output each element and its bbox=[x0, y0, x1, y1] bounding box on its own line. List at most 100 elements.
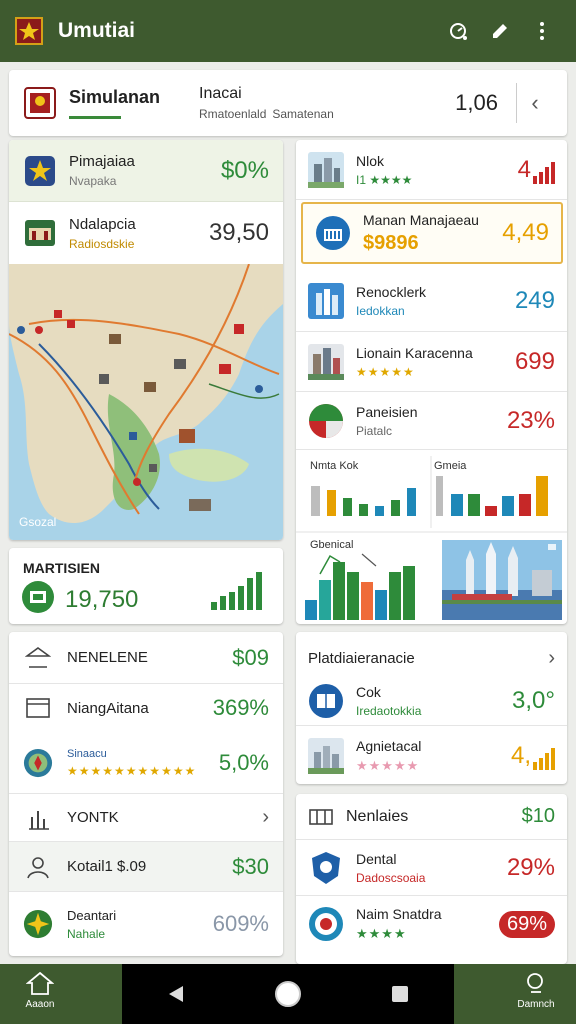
left-list-row-6[interactable]: Deantari Nahale 609% bbox=[9, 892, 283, 956]
right-list2-row-1-name: Dental bbox=[356, 850, 397, 867]
left-list-row-5-value: $30 bbox=[232, 853, 269, 879]
bottom-nav-search-label: Damnch bbox=[517, 999, 555, 1010]
right-list2-row-2-name: Naim Snatdra bbox=[356, 906, 442, 922]
left-list-row-2-name: NiangAitana bbox=[67, 699, 149, 717]
app-title: Umutiai bbox=[58, 19, 136, 42]
right-list-row-1-name: Cok bbox=[356, 683, 381, 700]
left-list-row-3[interactable]: Sinaacu ★★★★★★★★★★★ 5,0% bbox=[9, 732, 283, 794]
right-list-row-2-name: Agnietacal bbox=[356, 738, 422, 754]
seal-badge-icon bbox=[309, 907, 343, 941]
back-icon[interactable] bbox=[167, 984, 185, 1004]
mini-a-bar-6 bbox=[391, 500, 400, 516]
book-icon bbox=[309, 683, 343, 718]
right-list-row-2-value: 4, bbox=[510, 742, 531, 769]
mini-a-bar-2 bbox=[327, 490, 336, 516]
pie-badge-icon bbox=[309, 403, 343, 438]
mini-b-bar-5 bbox=[502, 496, 514, 516]
table-icon bbox=[308, 804, 334, 830]
app-logo-icon bbox=[15, 17, 43, 45]
right-row-5[interactable]: Paneisien Piatalc 23% bbox=[296, 392, 567, 450]
signal-amber-icon bbox=[533, 748, 555, 770]
mini-chart-c-title: Gbenical bbox=[310, 539, 353, 551]
search-icon bbox=[527, 973, 543, 993]
right-row-4-name: Lionain Karacenna bbox=[356, 344, 473, 361]
right-list-row-1[interactable]: Cok Iredaotokkia 3,0° bbox=[296, 676, 567, 726]
mini-b-bar-2 bbox=[451, 494, 463, 516]
building-icon bbox=[25, 220, 55, 246]
home-circle-icon[interactable] bbox=[274, 980, 302, 1008]
right-list-row-2[interactable]: Agnietacal ★★★★★ 4, bbox=[296, 728, 567, 784]
left-row-1[interactable]: Pimajaiaa Nvapaka $0% bbox=[9, 140, 283, 202]
left-list-row-1-name: NENELENE bbox=[67, 649, 148, 666]
left-list-row-2[interactable]: NiangAitana 369% bbox=[9, 684, 283, 732]
mini-c-bar-3 bbox=[333, 562, 345, 620]
left-list-row-5[interactable]: Kotail1 $.09 $30 bbox=[9, 842, 283, 892]
right-row-2-sub: $9896 bbox=[363, 231, 419, 254]
region-map[interactable]: Gsozal bbox=[9, 264, 283, 540]
left-list-row-3-value: 5,0% bbox=[218, 749, 269, 775]
edit-icon[interactable] bbox=[480, 11, 520, 51]
right-list2-row-2-stars: ★★★★ bbox=[356, 926, 407, 941]
map-credit: Gsozal bbox=[19, 515, 56, 529]
recents-icon[interactable] bbox=[391, 985, 409, 1003]
mart-value: 19,750 bbox=[65, 586, 139, 613]
right-row-1[interactable]: Nlok I1 ★★★★ 4 bbox=[296, 140, 567, 200]
right-list2-row-2-value: 69% bbox=[506, 912, 547, 935]
left-row-2[interactable]: Ndalapcia Radiosdskie 39,50 bbox=[9, 202, 283, 264]
chevron-left-icon[interactable]: ‹ bbox=[517, 90, 553, 116]
right-row-3[interactable]: Renocklerk Iedokkan 249 bbox=[296, 270, 567, 332]
landmark-icon bbox=[23, 643, 53, 673]
more-vert-icon[interactable] bbox=[522, 11, 562, 51]
left-list-card: NENELENE $09 NiangAitana 369% Sinaacu ★★… bbox=[9, 632, 283, 956]
right-list2-header[interactable]: Nenlaies $10 bbox=[296, 794, 567, 840]
left-row-1-name: Pimajaiaa bbox=[69, 153, 135, 170]
bottom-nav-search[interactable]: Damnch bbox=[496, 970, 576, 1010]
bottom-nav-home[interactable]: Aaaon bbox=[0, 970, 80, 1010]
header-col2-title: Inacai bbox=[199, 85, 242, 102]
left-list-row-4[interactable]: YONTK › bbox=[9, 794, 283, 842]
globe-badge-icon bbox=[23, 748, 53, 778]
mini-chart-a-title: Nmta Kok bbox=[310, 460, 359, 472]
chevron-right-icon[interactable]: › bbox=[548, 647, 555, 670]
mini-c-bar-4 bbox=[347, 572, 359, 620]
refresh-icon[interactable] bbox=[438, 11, 478, 51]
mart-card[interactable]: MARTISIEN 19,750 bbox=[9, 548, 283, 624]
right-row-4[interactable]: Lionain Karacenna ★★★★★ 699 bbox=[296, 332, 567, 392]
right-list2-row-1[interactable]: Dental Dadoscsoaia 29% bbox=[296, 840, 567, 896]
right-row-4-stars: ★★★★★ bbox=[356, 364, 415, 379]
left-list-row-1-value: $09 bbox=[232, 644, 269, 670]
chevron-right-icon[interactable]: › bbox=[262, 806, 269, 829]
mini-c-bar-6 bbox=[375, 590, 387, 620]
right-list2-row-2-badge: 69% bbox=[498, 910, 555, 938]
right-row-2-value: 4,49 bbox=[502, 219, 549, 246]
mini-c-bar-1 bbox=[305, 600, 317, 620]
city-icon bbox=[308, 151, 344, 188]
right-list2-row-2[interactable]: Naim Snatdra ★★★★ 69% bbox=[296, 896, 567, 952]
right-list-row-2-stars: ★★★★★ bbox=[356, 758, 420, 773]
header-name: Simulanan bbox=[69, 87, 161, 107]
city-icon bbox=[308, 738, 344, 774]
window-icon bbox=[23, 693, 53, 723]
skyline-icon bbox=[308, 343, 344, 380]
star-shield-icon bbox=[25, 155, 55, 186]
store-icon bbox=[22, 581, 54, 613]
left-row-2-name: Ndalapcia bbox=[69, 215, 136, 233]
left-list-row-1[interactable]: NENELENE $09 bbox=[9, 632, 283, 684]
mini-b-bar-1 bbox=[436, 476, 443, 516]
right-row-4-value: 699 bbox=[514, 347, 555, 375]
right-list2-header-value: $10 bbox=[521, 805, 555, 827]
left-row-1-sub: Nvapaka bbox=[69, 174, 117, 188]
bar-chart-icon bbox=[23, 803, 53, 833]
left-row-2-value: 39,50 bbox=[208, 219, 269, 246]
mini-c-bar-7 bbox=[389, 572, 401, 620]
mini-b-bar-3 bbox=[468, 494, 480, 516]
left-list-row-5-name: Kotail1 $.09 bbox=[67, 858, 147, 875]
right-row-2-selected[interactable]: Manan Manajaeau $9896 4,49 bbox=[301, 202, 563, 264]
right-row-1-sub: I1 ★★★★ bbox=[356, 172, 413, 187]
header-card: Simulanan Inacai Rmatoenlald Samatenan 1… bbox=[9, 70, 567, 136]
left-row-2-sub: Radiosdskie bbox=[69, 236, 135, 251]
right-row-3-sub: Iedokkan bbox=[356, 303, 405, 318]
header-underline bbox=[69, 116, 121, 119]
right-row-5-name: Paneisien bbox=[356, 403, 418, 420]
app-bar: Umutiai bbox=[0, 0, 576, 62]
